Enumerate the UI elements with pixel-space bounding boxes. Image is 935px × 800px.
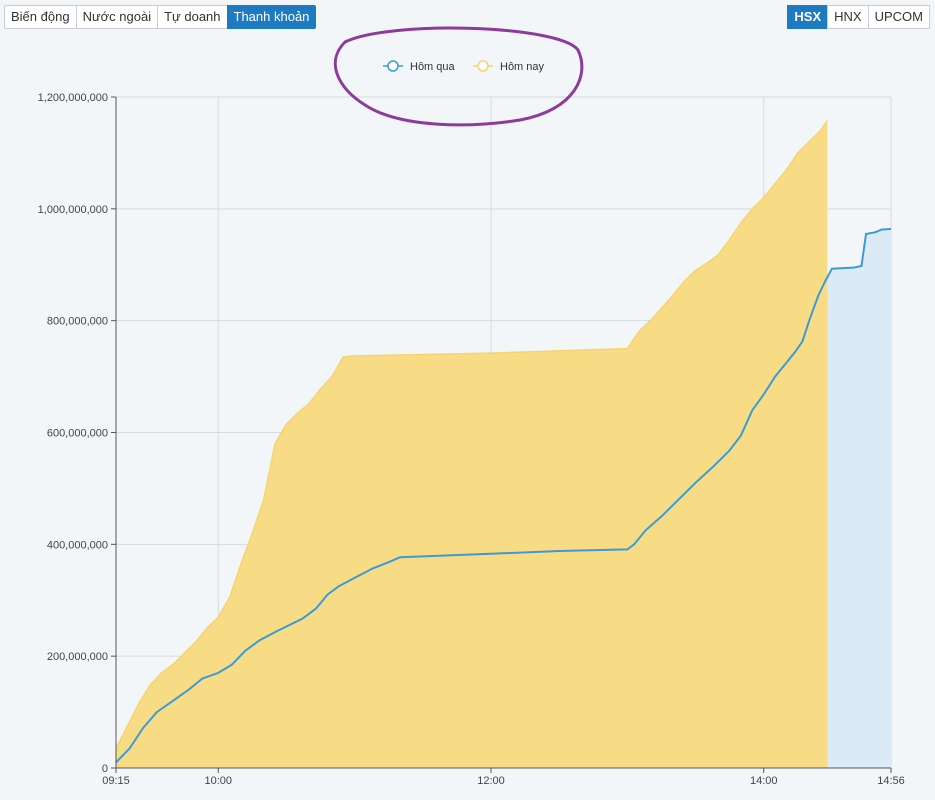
y-tick: 200,000,000: [47, 651, 116, 663]
x-tick-label: 14:56: [877, 775, 905, 787]
y-tick-label: 0: [102, 763, 108, 775]
y-tick-label: 400,000,000: [47, 539, 108, 551]
legend-item-hom-nay[interactable]: Hôm nay: [473, 60, 545, 73]
legend[interactable]: Hôm qua Hôm nay: [383, 60, 545, 73]
x-tick-label: 14:00: [750, 775, 778, 787]
y-tick-label: 1,200,000,000: [38, 92, 108, 104]
x-tick-label: 09:15: [102, 775, 130, 787]
y-tick-label: 600,000,000: [47, 428, 108, 440]
y-tick: 1,000,000,000: [38, 204, 116, 216]
legend-label: Hôm nay: [500, 61, 545, 73]
y-tick-label: 1,000,000,000: [38, 204, 108, 216]
legend-item-hom-qua[interactable]: Hôm qua: [383, 60, 456, 73]
x-tick: 10:00: [205, 768, 233, 787]
liquidity-chart: 0 200,000,000 400,000,000 600,000,000 800,00…: [38, 26, 905, 787]
x-tick: 14:00: [750, 768, 778, 787]
legend-circle-icon: [387, 60, 399, 72]
x-tick: 14:56: [877, 768, 905, 787]
y-tick-label: 800,000,000: [47, 316, 108, 328]
y-tick: 400,000,000: [47, 539, 116, 551]
x-tick-label: 12:00: [477, 775, 505, 787]
x-tick: 12:00: [477, 768, 505, 787]
legend-label: Hôm qua: [410, 61, 456, 73]
y-tick: 1,200,000,000: [38, 92, 116, 104]
x-tick-label: 10:00: [205, 775, 233, 787]
y-tick: 0: [102, 763, 116, 775]
legend-circle-icon: [477, 60, 489, 72]
y-tick: 800,000,000: [47, 316, 116, 328]
y-tick-label: 200,000,000: [47, 651, 108, 663]
y-tick: 600,000,000: [47, 428, 116, 440]
